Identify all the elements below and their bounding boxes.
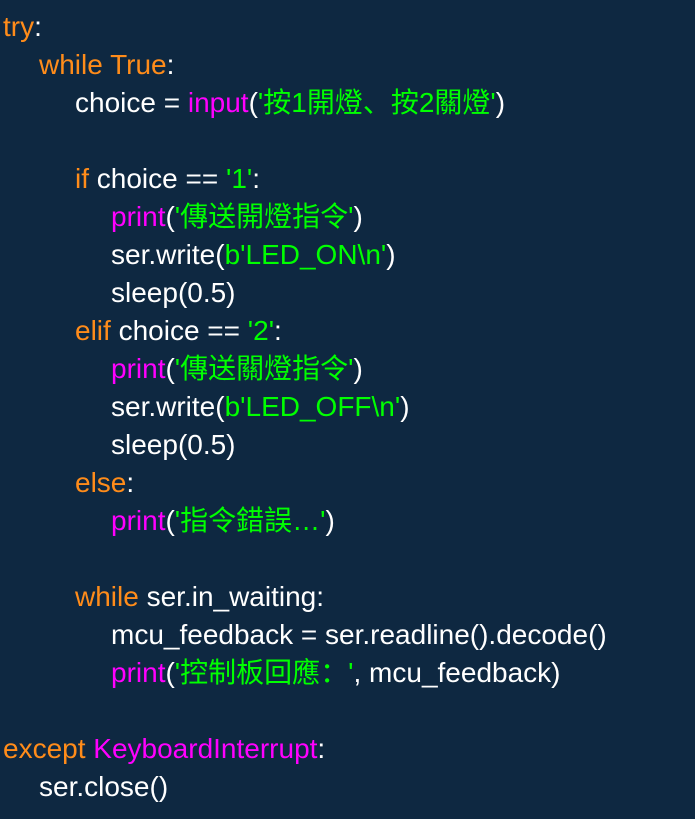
code-block: try: while True: choice = input('按1開燈、按2關燈… xyxy=(0,0,695,819)
code-token-keyword: elif xyxy=(75,315,111,346)
code-token-string: b'LED_OFF\n' xyxy=(224,391,401,422)
code-line: sleep(0.5) xyxy=(0,426,695,464)
code-line: else: xyxy=(0,464,695,502)
code-token-default: : xyxy=(317,733,326,764)
code-line: ser.write(b'LED_OFF\n') xyxy=(0,388,695,426)
code-token-default: : xyxy=(126,467,135,498)
code-token-keyword: try xyxy=(3,11,35,42)
code-token-default: ( xyxy=(248,87,258,118)
code-token-string: '指令錯誤…' xyxy=(174,505,326,536)
code-token-builtin: input xyxy=(187,87,249,118)
code-token-default: : xyxy=(166,49,175,80)
code-token-default: sleep(0.5) xyxy=(111,429,236,460)
code-token-string: '傳送關燈指令' xyxy=(174,353,354,384)
code-token-default: choice = xyxy=(75,87,188,118)
code-token-builtin: print xyxy=(111,657,166,688)
code-line: choice = input('按1開燈、按2關燈') xyxy=(0,84,695,122)
code-token-string: '2' xyxy=(247,315,275,346)
code-token-default: ) xyxy=(325,505,335,536)
code-token-default: choice == xyxy=(110,315,248,346)
code-token-default: mcu_feedback = ser.readline().decode() xyxy=(111,619,607,650)
code-token-keyword: if xyxy=(75,163,89,194)
code-line: ser.write(b'LED_ON\n') xyxy=(0,236,695,274)
code-token-default: sleep(0.5) xyxy=(111,277,236,308)
code-line: print('傳送關燈指令') xyxy=(0,350,695,388)
code-token-keyword: else xyxy=(75,467,127,498)
code-line: try: xyxy=(0,8,695,46)
code-token-builtin: print xyxy=(111,505,166,536)
code-token-default: ser.write( xyxy=(111,391,225,422)
code-line: while True: xyxy=(0,46,695,84)
code-token-default: : xyxy=(34,11,42,42)
code-line: mcu_feedback = ser.readline().decode() xyxy=(0,616,695,654)
code-line: print('控制板回應：', mcu_feedback) xyxy=(0,654,695,692)
code-token-keyword: while True xyxy=(39,49,167,80)
code-token-default: ( xyxy=(165,353,175,384)
code-token-default: ) xyxy=(353,201,363,232)
code-line: if choice == '1': xyxy=(0,160,695,198)
code-token-keyword: while xyxy=(75,581,139,612)
code-token-default: ) xyxy=(386,239,396,270)
code-token-builtin: print xyxy=(111,201,166,232)
code-line: while ser.in_waiting: xyxy=(0,578,695,616)
code-token-default: ( xyxy=(165,201,175,232)
code-token-default: ser.close() xyxy=(39,771,169,802)
code-token-default: choice == xyxy=(89,163,226,194)
code-token-string: b'LED_ON\n' xyxy=(224,239,387,270)
code-token-default: , mcu_feedback) xyxy=(353,657,561,688)
code-token-string: '按1開燈、按2關燈' xyxy=(257,87,496,118)
code-token-default: : xyxy=(274,315,282,346)
code-line: ser.close() xyxy=(0,768,695,806)
code-token-default: ) xyxy=(495,87,506,118)
code-line: sleep(0.5) xyxy=(0,274,695,312)
code-token-default: ) xyxy=(400,391,410,422)
code-token-string: '控制板回應：' xyxy=(174,657,354,688)
code-token-default: ) xyxy=(353,353,363,384)
code-line: elif choice == '2': xyxy=(0,312,695,350)
code-line: print('指令錯誤…') xyxy=(0,502,695,540)
code-token-default: ser.in_waiting: xyxy=(138,581,325,612)
code-token-string: '1' xyxy=(225,163,253,194)
code-token-builtin: print xyxy=(111,353,166,384)
code-token-default: ( xyxy=(165,505,175,536)
code-token-default: ( xyxy=(165,657,175,688)
code-token-default: : xyxy=(252,163,261,194)
code-token-builtin: KeyboardInterrupt xyxy=(93,733,318,764)
code-token-keyword: except xyxy=(3,733,86,764)
code-token-default: ser.write( xyxy=(111,239,225,270)
code-token-string: '傳送開燈指令' xyxy=(174,201,354,232)
code-line: except KeyboardInterrupt: xyxy=(0,730,695,768)
code-line: print('傳送開燈指令') xyxy=(0,198,695,236)
